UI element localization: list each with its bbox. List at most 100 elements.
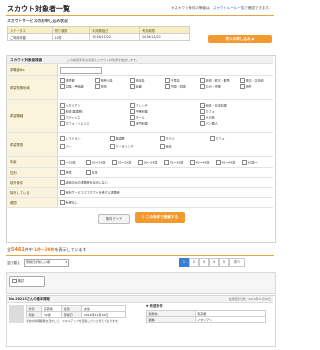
job-option[interactable]: パン職人 bbox=[200, 121, 218, 126]
desired-conditions-title: ▼ 希望条件 bbox=[146, 304, 163, 308]
area-option[interactable]: 埼玉県 bbox=[130, 78, 145, 83]
page-3[interactable]: 3 bbox=[199, 258, 209, 267]
profile-value: 2016年11月18日 bbox=[81, 311, 126, 318]
page-4[interactable]: 4 bbox=[209, 258, 219, 267]
status-header: 残り通数 bbox=[51, 26, 91, 34]
top-note: ※スカウト条件の警報は、スカウトルール一覧で確認できます。 bbox=[171, 6, 272, 10]
results-summary: 全5461件中 1件～20件を表示しています bbox=[7, 247, 87, 253]
area-option[interactable]: 北陸・甲信越 bbox=[60, 84, 84, 89]
row-label: 希望業態 bbox=[7, 133, 58, 156]
row-label: 希望勤務地域 bbox=[7, 76, 58, 99]
job-option[interactable]: フレンチ bbox=[130, 103, 148, 108]
profile-key: 登録日 bbox=[61, 311, 83, 318]
job-option[interactable]: その他 bbox=[200, 115, 215, 120]
search-panel-header: スカウト対象者検索 この検索条件は次回もスカウト対象者を抽出します。 bbox=[7, 56, 273, 64]
status-header: 有効期限 bbox=[139, 26, 190, 34]
period-option[interactable]: 新規なし bbox=[60, 200, 78, 205]
area-option[interactable]: 千葉県 bbox=[165, 78, 180, 83]
candidate-updated: 最終更新日時：2016年11月18日 bbox=[228, 297, 271, 301]
clear-conditions-button[interactable]: 条件クリア bbox=[98, 214, 130, 224]
title-divider bbox=[6, 15, 274, 16]
status-section-title: スカウトサービスのお申し込み状況 bbox=[7, 19, 68, 23]
candidate-profile-table: 状況 応募者 性別 女性 年齢 30歳 登録日 2016年11月18日 bbox=[25, 305, 126, 318]
age-option[interactable]: 25〜29歳 bbox=[112, 160, 131, 165]
area-option[interactable]: 東海 bbox=[95, 84, 107, 89]
area-option[interactable]: 東京都 bbox=[60, 78, 75, 83]
gender-option[interactable]: 女性 bbox=[86, 170, 98, 175]
status-table: ステータス 残り通数 利用開始日 有効期限 ご利用可能 10件 2016/11/… bbox=[7, 26, 190, 41]
desired-conditions-table: 勤務地 東京都 職種 イタリアン bbox=[146, 310, 267, 323]
results-total: 5461 bbox=[11, 247, 25, 253]
age-option[interactable]: 40〜44歳 bbox=[190, 160, 209, 165]
job-option[interactable]: ホール bbox=[130, 115, 145, 120]
status-value: 2016/11/22 bbox=[89, 33, 141, 41]
row-label: 求職者No. bbox=[7, 64, 58, 75]
business-option[interactable]: 給食 bbox=[160, 144, 172, 149]
job-option[interactable]: パティシエ bbox=[60, 115, 80, 120]
area-option[interactable]: 近畿 bbox=[130, 84, 142, 89]
consider-checkbox[interactable]: 検討 bbox=[9, 276, 45, 287]
page-title: スカウト対象者一覧 bbox=[7, 5, 70, 13]
age-option[interactable]: 〜19歳 bbox=[60, 160, 75, 165]
age-option[interactable]: 35〜39歳 bbox=[164, 160, 183, 165]
age-option[interactable]: 30〜34歳 bbox=[138, 160, 157, 165]
page-5[interactable]: 5 bbox=[219, 258, 229, 267]
age-option[interactable]: 45〜49歳 bbox=[216, 160, 235, 165]
search-panel-title: スカウト対象者検索 bbox=[10, 57, 43, 62]
row-label: 期間 bbox=[7, 198, 58, 207]
status-value: ご利用可能 bbox=[7, 33, 53, 41]
candidate-toolbar bbox=[6, 272, 276, 294]
job-option[interactable]: 和食(居酒屋) bbox=[60, 109, 83, 114]
results-range: 1件～20件 bbox=[34, 247, 55, 252]
page-2[interactable]: 2 bbox=[189, 258, 199, 267]
job-option[interactable]: 中華料理 bbox=[130, 109, 148, 114]
scout-rules-link[interactable]: スカウトルール一覧 bbox=[213, 6, 245, 10]
applicant-no-input[interactable] bbox=[60, 67, 102, 74]
business-option[interactable]: バー bbox=[60, 144, 72, 149]
exclude-paid-checkbox[interactable]: 有料サービスでスカウトを受ける求職者 bbox=[60, 190, 120, 195]
area-option[interactable]: 九州・沖縄 bbox=[200, 84, 221, 89]
next-page-button[interactable]: 次へ bbox=[229, 258, 245, 267]
job-option[interactable]: 和食・日本料理 bbox=[200, 103, 227, 108]
business-option[interactable]: ケータリング bbox=[110, 144, 134, 149]
row-label: 除外条件 bbox=[7, 178, 58, 187]
search-button[interactable]: ⚲ この条件で検索する bbox=[135, 212, 185, 223]
job-option[interactable]: イタリアン bbox=[60, 103, 80, 108]
job-option[interactable]: カフェ・ソムリエ bbox=[60, 121, 90, 126]
search-panel-note: この検索条件は次回もスカウト対象者を抽出します。 bbox=[67, 57, 139, 62]
results-divider bbox=[6, 255, 274, 256]
sort-select[interactable]: 登録日が新しい順 ▾ bbox=[24, 259, 69, 267]
profile-value: 30歳 bbox=[41, 311, 63, 318]
age-option[interactable]: 50歳〜 bbox=[242, 160, 257, 165]
business-option[interactable]: カフェ bbox=[210, 136, 225, 141]
area-option[interactable]: 海外 bbox=[240, 84, 252, 89]
profile-key: 年齢 bbox=[25, 311, 43, 318]
area-option[interactable]: 中国・四国 bbox=[165, 84, 186, 89]
status-header: 利用開始日 bbox=[89, 26, 141, 34]
status-value: 2016/12/20 bbox=[139, 33, 190, 41]
job-option[interactable]: カフェ bbox=[200, 109, 215, 114]
desired-value: イタリアン bbox=[194, 316, 267, 323]
row-label: 除外している bbox=[7, 188, 58, 197]
business-option[interactable]: ホテル bbox=[160, 136, 175, 141]
area-option[interactable]: 神奈川県 bbox=[95, 78, 113, 83]
apply-recruit-button[interactable]: 求人の申し込み ▶ bbox=[208, 35, 272, 43]
page-1[interactable]: 1 bbox=[179, 258, 189, 267]
gender-option[interactable]: 男性 bbox=[60, 170, 72, 175]
area-option[interactable]: 東北・北海道 bbox=[240, 78, 264, 83]
chevron-down-icon: ▾ bbox=[65, 260, 67, 264]
business-option[interactable]: レストラン bbox=[60, 136, 81, 141]
age-option[interactable]: 20〜24歳 bbox=[86, 160, 105, 165]
job-option[interactable]: 専門料理 bbox=[130, 121, 148, 126]
exclude-sent-checkbox[interactable]: 送信済みの求職者を表示しない bbox=[60, 180, 108, 185]
candidate-card-header: No.26213さんの基本情報 最終更新日時：2016年11月18日 bbox=[7, 296, 273, 303]
avatar bbox=[9, 305, 24, 323]
candidate-name: No.26213さんの基本情報 bbox=[9, 297, 50, 301]
row-label: 年齢 bbox=[7, 157, 58, 167]
business-option[interactable]: 居酒屋 bbox=[110, 136, 125, 141]
candidate-note: 手前の料理経験を活かして、スキルアップを目指したいと考えております。 bbox=[26, 319, 121, 323]
status-header: ステータス bbox=[7, 26, 53, 34]
sort-label: 並び替え bbox=[7, 261, 21, 265]
row-label: 希望職種 bbox=[7, 100, 58, 132]
area-option[interactable]: 茨城・栃木・群馬 bbox=[200, 78, 230, 83]
